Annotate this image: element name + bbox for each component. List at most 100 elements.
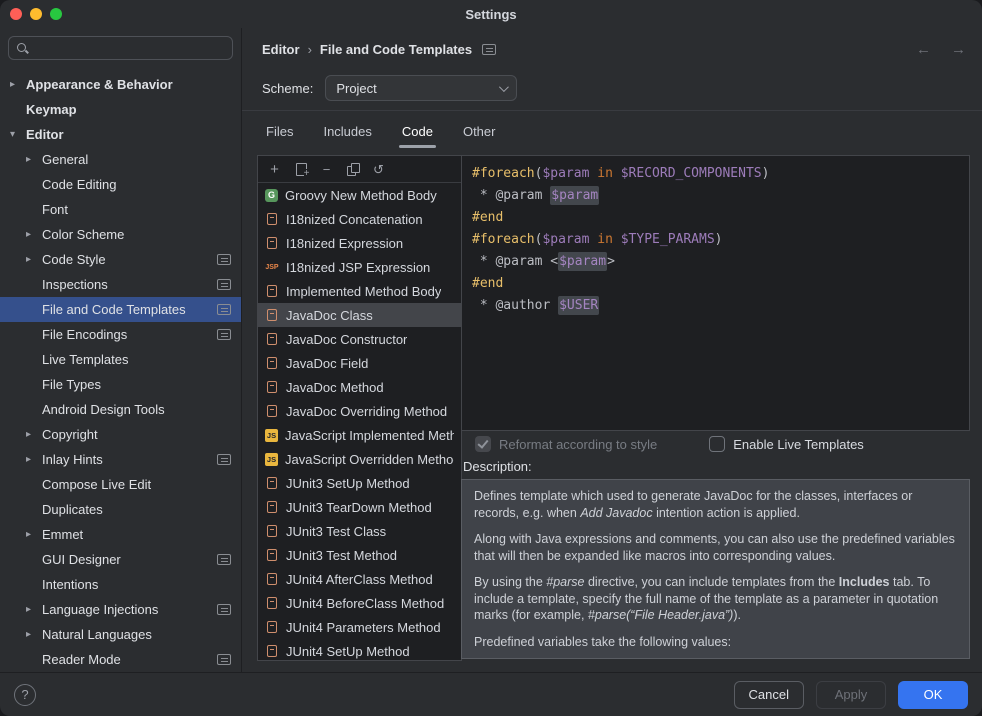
sidebar-item-file-and-code-templates[interactable]: File and Code Templates [0, 297, 241, 322]
sidebar-item-font[interactable]: Font [0, 197, 241, 222]
template-code-editor[interactable]: #foreach($param in $RECORD_COMPONENTS) *… [461, 155, 970, 431]
reformat-checkbox[interactable]: Reformat according to style [475, 436, 657, 452]
settings-scope-icon [217, 304, 231, 315]
minimize-button[interactable] [30, 8, 42, 20]
chevron-right-icon[interactable] [26, 230, 42, 240]
sidebar-item-natural-languages[interactable]: Natural Languages [0, 622, 241, 647]
template-item-javadoc-field[interactable]: JavaDoc Field [258, 351, 461, 375]
reset-template-button[interactable] [367, 159, 390, 180]
template-template-icon [267, 525, 277, 537]
template-item-junit4-afterclass-method[interactable]: JUnit4 AfterClass Method [258, 567, 461, 591]
template-item-implemented-method-body[interactable]: Implemented Method Body [258, 279, 461, 303]
sidebar-item-inspections[interactable]: Inspections [0, 272, 241, 297]
sidebar-item-appearance-behavior[interactable]: Appearance & Behavior [0, 72, 241, 97]
sidebar-item-inlay-hints[interactable]: Inlay Hints [0, 447, 241, 472]
chevron-right-icon[interactable] [26, 155, 42, 165]
sidebar-item-file-types[interactable]: File Types [0, 372, 241, 397]
sidebar-item-emmet[interactable]: Emmet [0, 522, 241, 547]
copy-icon [345, 161, 361, 177]
scheme-select[interactable]: Project [325, 75, 517, 101]
sidebar-item-label: Emmet [42, 527, 83, 542]
template-item-javadoc-class[interactable]: JavaDoc Class [258, 303, 461, 327]
settings-scope-icon [217, 654, 231, 665]
ok-button[interactable]: OK [898, 681, 968, 709]
template-item-junit3-test-class[interactable]: JUnit3 Test Class [258, 519, 461, 543]
template-template-icon [267, 597, 277, 609]
tab-other[interactable]: Other [463, 118, 496, 144]
template-item-javadoc-method[interactable]: JavaDoc Method [258, 375, 461, 399]
chevron-right-icon[interactable] [26, 255, 42, 265]
cancel-button[interactable]: Cancel [734, 681, 804, 709]
copy-template-button[interactable] [341, 159, 364, 180]
chevron-right-icon[interactable] [26, 605, 42, 615]
template-item-junit4-beforeclass-method[interactable]: JUnit4 BeforeClass Method [258, 591, 461, 615]
sidebar-item-android-design-tools[interactable]: Android Design Tools [0, 397, 241, 422]
template-item-javascript-overridden-method-body[interactable]: JSJavaScript Overridden Method Body [258, 447, 461, 471]
window-controls [10, 8, 62, 20]
sidebar-item-gui-designer[interactable]: GUI Designer [0, 547, 241, 572]
forward-button[interactable] [951, 41, 966, 58]
help-button[interactable]: ? [14, 684, 36, 706]
sidebar-item-label: File and Code Templates [42, 302, 186, 317]
template-item-junit4-setup-method[interactable]: JUnit4 SetUp Method [258, 639, 461, 661]
sidebar-item-general[interactable]: General [0, 147, 241, 172]
sidebar-item-file-encodings[interactable]: File Encodings [0, 322, 241, 347]
template-item-javascript-implemented-method-body[interactable]: JSJavaScript Implemented Method Body [258, 423, 461, 447]
template-item-junit3-test-method[interactable]: JUnit3 Test Method [258, 543, 461, 567]
duplicate-template-button[interactable] [289, 159, 312, 180]
chevron-right-icon[interactable] [26, 430, 42, 440]
chevron-down-icon[interactable] [10, 130, 26, 140]
template-template-icon [267, 333, 277, 345]
template-item-junit4-parameters-method[interactable]: JUnit4 Parameters Method [258, 615, 461, 639]
sidebar-item-intentions[interactable]: Intentions [0, 572, 241, 597]
search-input[interactable] [35, 41, 225, 56]
tab-files[interactable]: Files [266, 118, 293, 144]
live-templates-checkbox-label: Enable Live Templates [733, 437, 864, 452]
template-item-javadoc-constructor[interactable]: JavaDoc Constructor [258, 327, 461, 351]
code-token [613, 232, 621, 247]
sidebar-item-code-style[interactable]: Code Style [0, 247, 241, 272]
tab-code[interactable]: Code [402, 118, 433, 144]
sidebar-item-copyright[interactable]: Copyright [0, 422, 241, 447]
sidebar-item-reader-mode[interactable]: Reader Mode [0, 647, 241, 672]
back-button[interactable] [916, 41, 931, 58]
description-text: Add Javadoc [580, 506, 652, 520]
breadcrumb-separator-icon [308, 42, 312, 57]
sidebar-item-color-scheme[interactable]: Color Scheme [0, 222, 241, 247]
breadcrumb-editor[interactable]: Editor [262, 42, 300, 57]
template-item-i18nized-jsp-expression[interactable]: JSPI18nized JSP Expression [258, 255, 461, 279]
template-item-junit3-setup-method[interactable]: JUnit3 SetUp Method [258, 471, 461, 495]
settings-search[interactable] [8, 36, 233, 60]
tab-includes[interactable]: Includes [323, 118, 371, 144]
sidebar-item-code-editing[interactable]: Code Editing [0, 172, 241, 197]
chevron-right-icon[interactable] [26, 530, 42, 540]
chevron-right-icon[interactable] [10, 80, 26, 90]
template-item-i18nized-expression[interactable]: I18nized Expression [258, 231, 461, 255]
remove-template-button[interactable] [315, 159, 338, 180]
live-templates-checkbox[interactable]: Enable Live Templates [709, 436, 864, 452]
apply-button[interactable]: Apply [816, 681, 886, 709]
close-button[interactable] [10, 8, 22, 20]
sidebar-item-live-templates[interactable]: Live Templates [0, 347, 241, 372]
sidebar-item-language-injections[interactable]: Language Injections [0, 597, 241, 622]
footer: ? Cancel Apply OK [0, 672, 982, 716]
description-text: Predefined variables take the following … [474, 635, 731, 649]
sidebar-item-compose-live-edit[interactable]: Compose Live Edit [0, 472, 241, 497]
sidebar-item-editor[interactable]: Editor [0, 122, 241, 147]
template-item-groovy-new-method-body[interactable]: GGroovy New Method Body [258, 183, 461, 207]
add-template-button[interactable] [263, 159, 286, 180]
chevron-right-icon[interactable] [26, 455, 42, 465]
chevron-right-icon[interactable] [26, 630, 42, 640]
template-item-javadoc-overriding-method[interactable]: JavaDoc Overriding Method [258, 399, 461, 423]
zoom-button[interactable] [50, 8, 62, 20]
window-title: Settings [465, 7, 516, 22]
sidebar-item-label: General [42, 152, 88, 167]
template-item-junit3-teardown-method[interactable]: JUnit3 TearDown Method [258, 495, 461, 519]
template-item-label: JUnit4 BeforeClass Method [286, 596, 444, 611]
template-item-i18nized-concatenation[interactable]: I18nized Concatenation [258, 207, 461, 231]
sidebar-item-label: Code Style [42, 252, 106, 267]
checkbox-unchecked-icon [709, 436, 725, 452]
template-template-icon [267, 309, 277, 321]
sidebar-item-keymap[interactable]: Keymap [0, 97, 241, 122]
sidebar-item-duplicates[interactable]: Duplicates [0, 497, 241, 522]
